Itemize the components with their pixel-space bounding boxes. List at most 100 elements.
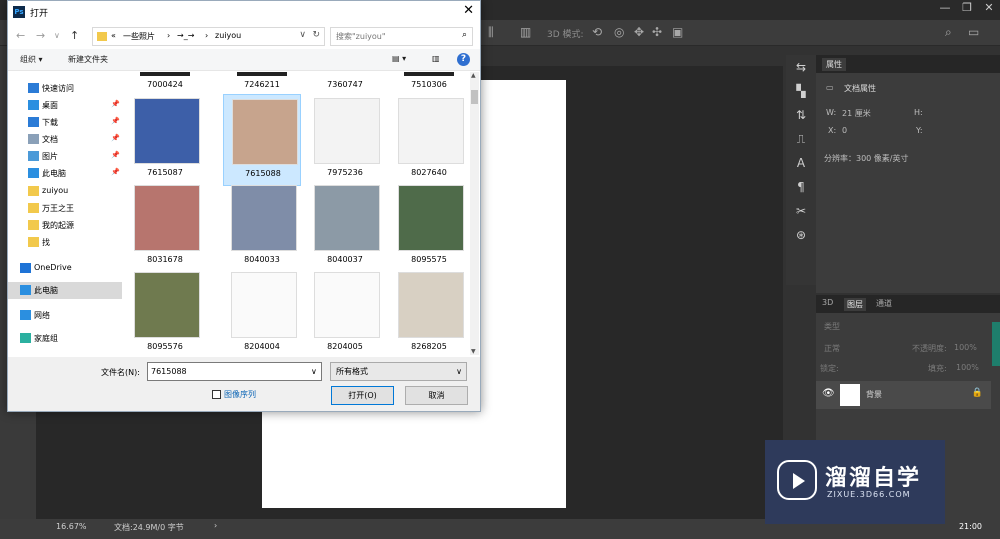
- file-tile[interactable]: 8204004: [223, 268, 301, 355]
- tab-3d[interactable]: 3D: [822, 298, 833, 307]
- status-menu-arrow[interactable]: ›: [214, 521, 217, 530]
- dialog-title: 打开: [30, 9, 49, 19]
- filetype-select[interactable]: 所有格式 ∨: [330, 362, 467, 381]
- workspace-icon[interactable]: ▭: [968, 25, 979, 39]
- adjust-icon[interactable]: ⇅: [786, 103, 816, 127]
- organize-button[interactable]: 组织 ▾: [20, 54, 43, 65]
- nav-item[interactable]: 此电脑: [8, 282, 122, 299]
- creative-cloud-icon[interactable]: ⊛: [786, 223, 816, 247]
- image-sequence-label[interactable]: 图像序列: [224, 389, 256, 400]
- cancel-button[interactable]: 取消: [405, 386, 468, 405]
- image-sequence-checkbox[interactable]: [212, 390, 221, 399]
- vertical-scrollbar[interactable]: ▲ ▼: [470, 72, 479, 355]
- history-icon[interactable]: ⇆: [786, 55, 816, 79]
- file-tile[interactable]: 7246211: [223, 72, 301, 92]
- minimize-button[interactable]: —: [934, 0, 956, 16]
- restore-button[interactable]: ❐: [956, 0, 978, 16]
- filter-kind[interactable]: 类型: [824, 321, 840, 332]
- help-icon[interactable]: ?: [457, 53, 470, 66]
- nav-item[interactable]: zuiyou: [8, 183, 122, 200]
- scroll-up-icon[interactable]: ▲: [471, 72, 476, 79]
- open-button[interactable]: 打开(O): [331, 386, 394, 405]
- breadcrumb-segment[interactable]: 一些照片: [123, 31, 155, 42]
- file-tile[interactable]: 7615088: [223, 94, 301, 186]
- nav-item[interactable]: 万王之王: [8, 200, 122, 217]
- up-icon[interactable]: ↑: [70, 29, 79, 42]
- scroll-thumb[interactable]: [471, 90, 478, 104]
- view-options-icon[interactable]: ▤ ▾: [392, 54, 406, 63]
- nav-item[interactable]: 家庭组: [8, 330, 122, 347]
- file-tile[interactable]: 8031678: [126, 181, 204, 273]
- file-tile[interactable]: 8040037: [306, 181, 384, 273]
- file-tile[interactable]: 7975236: [306, 94, 384, 186]
- nav-item[interactable]: 快速访问: [8, 80, 122, 97]
- scroll-down-icon[interactable]: ▼: [471, 348, 476, 355]
- side-plugin-tab[interactable]: [992, 322, 1000, 366]
- 3d-scale-icon[interactable]: ▣: [672, 25, 683, 39]
- tab-layers[interactable]: 图层: [844, 298, 866, 311]
- breadcrumb-segment[interactable]: →_→: [177, 31, 194, 40]
- 3d-rotate-icon[interactable]: ⟲: [592, 25, 602, 39]
- new-folder-button[interactable]: 新建文件夹: [68, 54, 108, 65]
- file-tile[interactable]: 8268205: [390, 268, 468, 355]
- distribute-icon[interactable]: ⫼: [488, 25, 494, 40]
- zoom-level[interactable]: 16.67%: [56, 522, 87, 531]
- layer-row[interactable]: 👁 背景 🔒: [816, 381, 991, 409]
- search-icon[interactable]: ⌕: [945, 25, 952, 40]
- file-tile[interactable]: 8095576: [126, 268, 204, 355]
- close-icon[interactable]: ✕: [463, 3, 474, 18]
- nav-item[interactable]: 文档 📌: [8, 131, 122, 148]
- tools-icon[interactable]: ✂: [786, 199, 816, 223]
- search-box[interactable]: ⌕: [330, 27, 473, 46]
- address-bar[interactable]: « 一些照片 › →_→ › zuiyou ∨ ↻: [92, 27, 325, 46]
- width-value[interactable]: 21 厘米: [842, 108, 871, 119]
- address-prefix[interactable]: «: [111, 31, 116, 40]
- recent-locations-icon[interactable]: ∨: [54, 31, 60, 40]
- align-icon[interactable]: ▥: [520, 25, 531, 39]
- forward-icon[interactable]: →: [36, 29, 45, 42]
- back-icon[interactable]: ←: [16, 29, 25, 42]
- filename-dropdown-icon[interactable]: ∨: [311, 367, 317, 376]
- 3d-slide-icon[interactable]: ✣: [652, 25, 662, 39]
- nav-item[interactable]: 下载 📌: [8, 114, 122, 131]
- file-tile[interactable]: 8095575: [390, 181, 468, 273]
- nav-item[interactable]: 此电脑 📌: [8, 165, 122, 182]
- stamp-icon[interactable]: ⎍: [786, 127, 816, 151]
- file-tile[interactable]: 7000424: [126, 72, 204, 92]
- nav-item[interactable]: 找: [8, 234, 122, 251]
- file-tile[interactable]: 8027640: [390, 94, 468, 186]
- nav-item[interactable]: 桌面 📌: [8, 97, 122, 114]
- x-value[interactable]: 0: [842, 126, 847, 135]
- properties-tab[interactable]: 属性: [822, 58, 846, 71]
- paragraph-icon[interactable]: ¶: [786, 175, 816, 199]
- preview-pane-icon[interactable]: ▥: [432, 54, 440, 63]
- 3d-drag-icon[interactable]: ✥: [634, 25, 644, 39]
- nav-item[interactable]: 我的起源: [8, 217, 122, 234]
- nav-item-label: 图片: [42, 152, 58, 161]
- search-icon[interactable]: ⌕: [462, 30, 467, 40]
- file-tile[interactable]: 7360747: [306, 72, 384, 92]
- brush-icon[interactable]: ▚: [786, 79, 816, 103]
- file-tile[interactable]: 7510306: [390, 72, 468, 92]
- file-tile[interactable]: 8204005: [306, 268, 384, 355]
- nav-item[interactable]: 图片 📌: [8, 148, 122, 165]
- tab-channels[interactable]: 通道: [876, 298, 892, 309]
- 3d-roll-icon[interactable]: ◎: [614, 25, 624, 39]
- refresh-icon[interactable]: ↻: [312, 30, 320, 40]
- nav-item[interactable]: 网络: [8, 307, 122, 324]
- search-input[interactable]: [331, 28, 456, 45]
- homegroup-icon: [20, 333, 31, 343]
- character-icon[interactable]: A: [786, 151, 816, 175]
- eye-icon[interactable]: 👁: [822, 388, 835, 399]
- address-dropdown-icon[interactable]: ∨: [299, 30, 306, 40]
- close-window-button[interactable]: ✕: [978, 0, 1000, 16]
- file-tile[interactable]: 7615087: [126, 94, 204, 186]
- fill-value[interactable]: 100%: [956, 363, 979, 372]
- nav-item[interactable]: OneDrive: [8, 260, 122, 277]
- layer-name[interactable]: 背景: [866, 389, 882, 400]
- file-tile[interactable]: 8040033: [223, 181, 301, 273]
- filename-input[interactable]: 7615088: [147, 362, 322, 381]
- breadcrumb-segment[interactable]: zuiyou: [215, 31, 241, 40]
- blend-mode[interactable]: 正常: [824, 343, 840, 354]
- opacity-value[interactable]: 100%: [954, 343, 977, 352]
